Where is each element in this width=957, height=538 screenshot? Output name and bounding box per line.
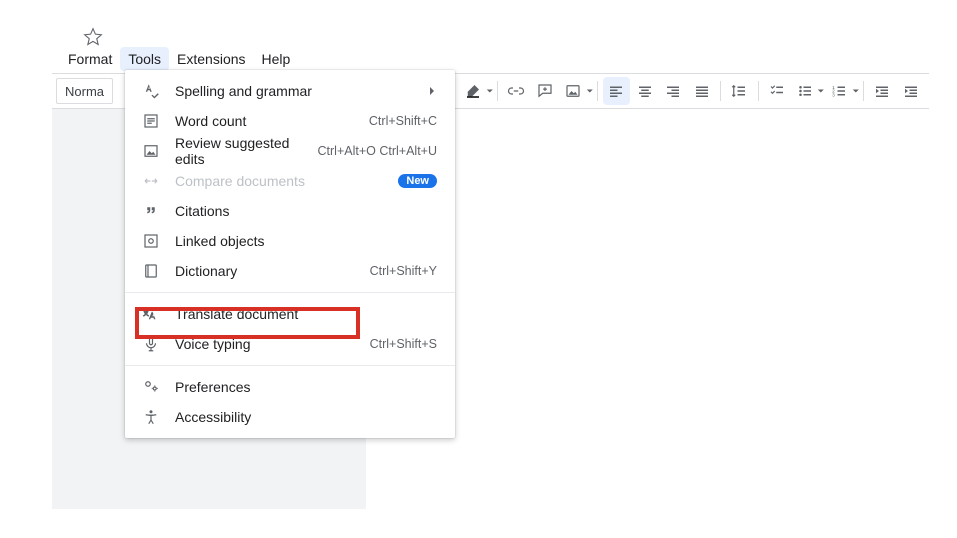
menu-item-spelling[interactable]: Spelling and grammar: [125, 76, 455, 106]
chevron-down-icon[interactable]: [852, 87, 860, 95]
menu-item-shortcut: Ctrl+Shift+S: [370, 337, 437, 351]
menu-item-label: Word count: [175, 113, 369, 129]
menu-item-citations[interactable]: Citations: [125, 196, 455, 226]
menubar: Format Tools Extensions Help: [60, 47, 298, 71]
star-icon: [83, 27, 103, 47]
menu-item-voice-typing[interactable]: Voice typing Ctrl+Shift+S: [125, 329, 455, 359]
add-comment-button[interactable]: [532, 77, 559, 105]
decrease-indent-button[interactable]: [869, 77, 896, 105]
bulleted-list-icon: [796, 82, 814, 100]
menu-item-label: Linked objects: [175, 233, 437, 249]
menu-separator: [125, 365, 455, 366]
numbered-list-button[interactable]: 1 2 3: [826, 77, 853, 105]
menu-item-review-edits[interactable]: Review suggested edits Ctrl+Alt+O Ctrl+A…: [125, 136, 455, 166]
menu-item-label: Review suggested edits: [175, 135, 318, 167]
line-spacing-icon: [730, 82, 748, 100]
align-right-icon: [664, 82, 682, 100]
menu-item-compare: Compare documents New: [125, 166, 455, 196]
increase-indent-icon: [902, 82, 920, 100]
insert-image-button[interactable]: [560, 77, 587, 105]
line-spacing-button[interactable]: [726, 77, 753, 105]
menu-item-shortcut: Ctrl+Shift+C: [369, 114, 437, 128]
align-right-button[interactable]: [660, 77, 687, 105]
decrease-indent-icon: [873, 82, 891, 100]
increase-indent-button[interactable]: [898, 77, 925, 105]
citations-icon: [141, 201, 161, 221]
align-center-icon: [636, 82, 654, 100]
align-left-button[interactable]: [603, 77, 630, 105]
chevron-down-icon[interactable]: [817, 87, 825, 95]
translate-icon: [141, 304, 161, 324]
linked-objects-icon: [141, 231, 161, 251]
link-icon: [507, 82, 525, 100]
align-justify-icon: [693, 82, 711, 100]
menu-item-accessibility[interactable]: Accessibility: [125, 402, 455, 432]
menu-item-label: Spelling and grammar: [175, 83, 419, 99]
menu-item-label: Voice typing: [175, 336, 370, 352]
chevron-down-icon[interactable]: [486, 87, 494, 95]
tools-menu-dropdown: Spelling and grammar Word count Ctrl+Shi…: [125, 70, 455, 438]
menu-item-translate[interactable]: Translate document: [125, 299, 455, 329]
align-center-button[interactable]: [632, 77, 659, 105]
comment-icon: [536, 82, 554, 100]
menu-item-linked-objects[interactable]: Linked objects: [125, 226, 455, 256]
new-badge: New: [398, 174, 437, 188]
review-edits-icon: [141, 141, 161, 161]
menu-item-preferences[interactable]: Preferences: [125, 372, 455, 402]
dictionary-icon: [141, 261, 161, 281]
menu-item-dictionary[interactable]: Dictionary Ctrl+Shift+Y: [125, 256, 455, 286]
menu-item-label: Accessibility: [175, 409, 437, 425]
svg-text:3: 3: [833, 92, 836, 97]
style-selector[interactable]: Norma: [56, 78, 113, 104]
menu-tools[interactable]: Tools: [120, 47, 169, 71]
wordcount-icon: [141, 111, 161, 131]
menu-item-shortcut: Ctrl+Shift+Y: [370, 264, 437, 278]
image-icon: [564, 82, 582, 100]
chevron-down-icon[interactable]: [586, 87, 594, 95]
menu-separator: [125, 292, 455, 293]
menu-item-label: Compare documents: [175, 173, 398, 189]
menu-item-label: Citations: [175, 203, 437, 219]
menu-item-word-count[interactable]: Word count Ctrl+Shift+C: [125, 106, 455, 136]
insert-link-button[interactable]: [503, 77, 530, 105]
menu-format[interactable]: Format: [60, 47, 120, 71]
checklist-icon: [768, 82, 786, 100]
accessibility-icon: [141, 407, 161, 427]
highlight-color-button[interactable]: [460, 77, 487, 105]
menu-help[interactable]: Help: [254, 47, 299, 71]
chevron-right-icon: [427, 86, 437, 96]
menu-extensions[interactable]: Extensions: [169, 47, 253, 71]
align-left-icon: [607, 82, 625, 100]
spellcheck-icon: [141, 81, 161, 101]
menu-item-shortcut: Ctrl+Alt+O Ctrl+Alt+U: [318, 144, 437, 158]
numbered-list-icon: 1 2 3: [830, 82, 848, 100]
align-justify-button[interactable]: [689, 77, 716, 105]
style-selector-label: Norma: [65, 84, 104, 99]
compare-icon: [141, 171, 161, 191]
highlight-icon: [464, 82, 482, 100]
bulleted-list-button[interactable]: [792, 77, 819, 105]
menu-item-label: Preferences: [175, 379, 437, 395]
menu-item-label: Translate document: [175, 306, 437, 322]
checklist-button[interactable]: [763, 77, 790, 105]
microphone-icon: [141, 334, 161, 354]
menu-item-label: Dictionary: [175, 263, 370, 279]
preferences-icon: [141, 377, 161, 397]
